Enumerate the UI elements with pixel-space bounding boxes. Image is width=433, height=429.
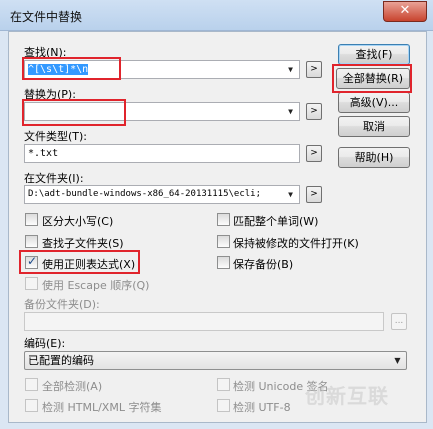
encoding-select[interactable]: 已配置的编码 ▼ xyxy=(24,351,407,370)
backup-checkbox[interactable] xyxy=(217,256,230,269)
detect-html-label: 检测 HTML/XML 字符集 xyxy=(42,401,162,414)
folder-input[interactable]: D:\adt-bundle-windows-x86_64-20131115\ec… xyxy=(24,185,300,204)
window-title: 在文件中替换 xyxy=(10,10,83,24)
watermark-text: 创新互联 xyxy=(305,384,389,408)
checkmark-icon: ✓ xyxy=(27,254,38,268)
regex-checkbox[interactable]: ✓ xyxy=(25,254,38,269)
detect-all-label: 全部检测(A) xyxy=(42,380,103,393)
encoding-label: 编码(E): xyxy=(24,337,66,350)
backup-label: 保存备份(B) xyxy=(233,258,294,271)
help-button[interactable]: 帮助(H) xyxy=(338,147,410,168)
find-input[interactable]: ^[\s\t]*\n ▼ xyxy=(24,60,300,79)
backup-folder-label: 备份文件夹(D): xyxy=(24,298,100,311)
chevron-down-icon[interactable]: ▼ xyxy=(284,62,297,77)
title-bar: 在文件中替换 ✕ xyxy=(0,0,433,31)
keep-open-checkbox[interactable] xyxy=(217,235,230,248)
detect-html-checkbox[interactable] xyxy=(25,399,38,412)
folder-label: 在文件夹(I): xyxy=(24,172,84,185)
replace-input[interactable]: ▼ xyxy=(24,102,300,121)
backup-browse-button[interactable]: ... xyxy=(391,313,407,330)
detect-utf8-checkbox[interactable] xyxy=(217,399,230,412)
replace-label: 替换为(P): xyxy=(24,88,76,101)
backup-folder-input[interactable] xyxy=(24,312,384,331)
filetype-input[interactable]: *.txt xyxy=(24,144,300,163)
escape-checkbox[interactable] xyxy=(25,277,38,290)
regex-label: 使用正则表达式(X) xyxy=(42,258,136,271)
detect-unicode-checkbox[interactable] xyxy=(217,378,230,391)
folder-arrow-button[interactable]: > xyxy=(306,186,322,203)
replace-insert-arrow-button[interactable]: > xyxy=(306,103,322,120)
chevron-down-icon[interactable]: ▼ xyxy=(284,104,297,119)
subfolders-label: 查找子文件夹(S) xyxy=(42,237,124,250)
advanced-button[interactable]: 高级(V)... xyxy=(338,92,410,113)
find-insert-arrow-button[interactable]: > xyxy=(306,61,322,78)
whole-word-label: 匹配整个单词(W) xyxy=(233,215,319,228)
find-label: 查找(N): xyxy=(24,46,67,59)
find-input-text: ^[\s\t]*\n xyxy=(28,64,89,75)
filetype-arrow-button[interactable]: > xyxy=(306,145,322,162)
detect-utf8-label: 检测 UTF-8 xyxy=(233,401,291,414)
chevron-down-icon[interactable]: ▼ xyxy=(391,353,404,368)
folder-input-text: D:\adt-bundle-windows-x86_64-20131115\ec… xyxy=(28,189,261,199)
find-button[interactable]: 查找(F) xyxy=(338,44,410,65)
chevron-down-icon[interactable]: ▼ xyxy=(284,187,297,202)
filetype-input-text: *.txt xyxy=(28,148,59,159)
keep-open-label: 保持被修改的文件打开(K) xyxy=(233,237,359,250)
close-button[interactable]: ✕ xyxy=(383,1,427,22)
whole-word-checkbox[interactable] xyxy=(217,213,230,226)
replace-all-button[interactable]: 全部替换(R) xyxy=(336,68,410,89)
cancel-button[interactable]: 取消 xyxy=(338,116,410,137)
detect-all-checkbox[interactable] xyxy=(25,378,38,391)
encoding-select-value: 已配置的编码 xyxy=(28,354,94,367)
filetype-label: 文件类型(T): xyxy=(24,130,88,143)
match-case-label: 区分大小写(C) xyxy=(42,215,114,228)
escape-label: 使用 Escape 顺序(Q) xyxy=(42,279,150,292)
subfolders-checkbox[interactable] xyxy=(25,235,38,248)
match-case-checkbox[interactable] xyxy=(25,213,38,226)
